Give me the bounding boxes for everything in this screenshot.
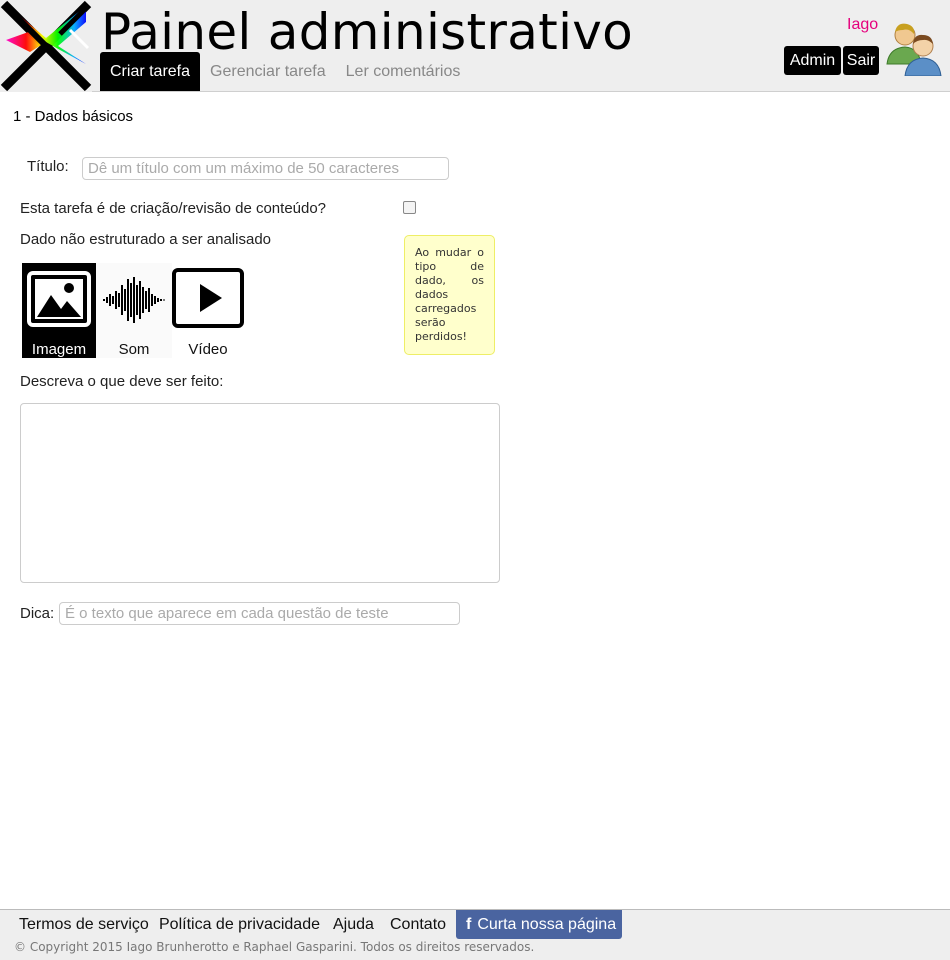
facebook-like-button[interactable]: f Curta nossa página xyxy=(456,910,622,939)
facebook-icon: f xyxy=(466,915,472,933)
data-type-image-option[interactable]: Imagem xyxy=(22,263,96,358)
app-header: Painel administrativo Criar tarefa Geren… xyxy=(0,0,950,92)
contact-link[interactable]: Contato xyxy=(390,916,446,934)
main-nav: Criar tarefa Gerenciar tarefa Ler coment… xyxy=(100,52,470,91)
video-option-label: Vídeo xyxy=(188,341,228,358)
sound-option-label: Som xyxy=(118,341,150,358)
tab-ler-comentarios[interactable]: Ler comentários xyxy=(336,52,471,91)
content-review-checkbox[interactable] xyxy=(403,201,416,214)
title-label: Título: xyxy=(27,158,69,175)
hint-input[interactable] xyxy=(59,602,460,625)
description-textarea[interactable] xyxy=(20,403,500,583)
page-footer: Termos de serviço Política de privacidad… xyxy=(0,909,950,960)
logout-button[interactable]: Sair xyxy=(843,46,879,75)
tab-criar-tarefa[interactable]: Criar tarefa xyxy=(100,52,201,91)
title-input[interactable] xyxy=(82,157,449,180)
user-name[interactable]: Iago xyxy=(847,16,878,34)
content-review-label: Esta tarefa é de criação/revisão de cont… xyxy=(20,200,327,217)
copyright-text: © Copyright 2015 Iago Brunherotto e Raph… xyxy=(14,940,535,954)
data-type-sound-option[interactable]: Som xyxy=(96,263,172,358)
tab-gerenciar-tarefa[interactable]: Gerenciar tarefa xyxy=(200,52,336,91)
admin-button[interactable]: Admin xyxy=(784,46,841,75)
description-label: Descreva o que deve ser feito: xyxy=(20,373,224,390)
terms-link[interactable]: Termos de serviço xyxy=(19,916,149,934)
privacy-link[interactable]: Política de privacidade xyxy=(159,916,320,934)
image-icon xyxy=(27,271,91,327)
sound-wave-icon xyxy=(103,277,165,323)
users-avatar-icon[interactable] xyxy=(883,18,945,76)
data-type-label: Dado não estruturado a ser analisado xyxy=(20,231,272,248)
image-option-label: Imagem xyxy=(31,341,87,358)
facebook-like-label: Curta nossa página xyxy=(477,915,617,933)
cross-color-logo[interactable] xyxy=(0,0,92,92)
section-title: 1 - Dados básicos xyxy=(13,108,134,125)
data-type-video-option[interactable]: Vídeo xyxy=(172,263,244,358)
data-type-warning-note: Ao mudar o tipo de dado, os dados carreg… xyxy=(404,235,495,355)
hint-label: Dica: xyxy=(20,605,55,622)
help-link[interactable]: Ajuda xyxy=(333,916,374,934)
video-play-icon xyxy=(172,268,244,328)
